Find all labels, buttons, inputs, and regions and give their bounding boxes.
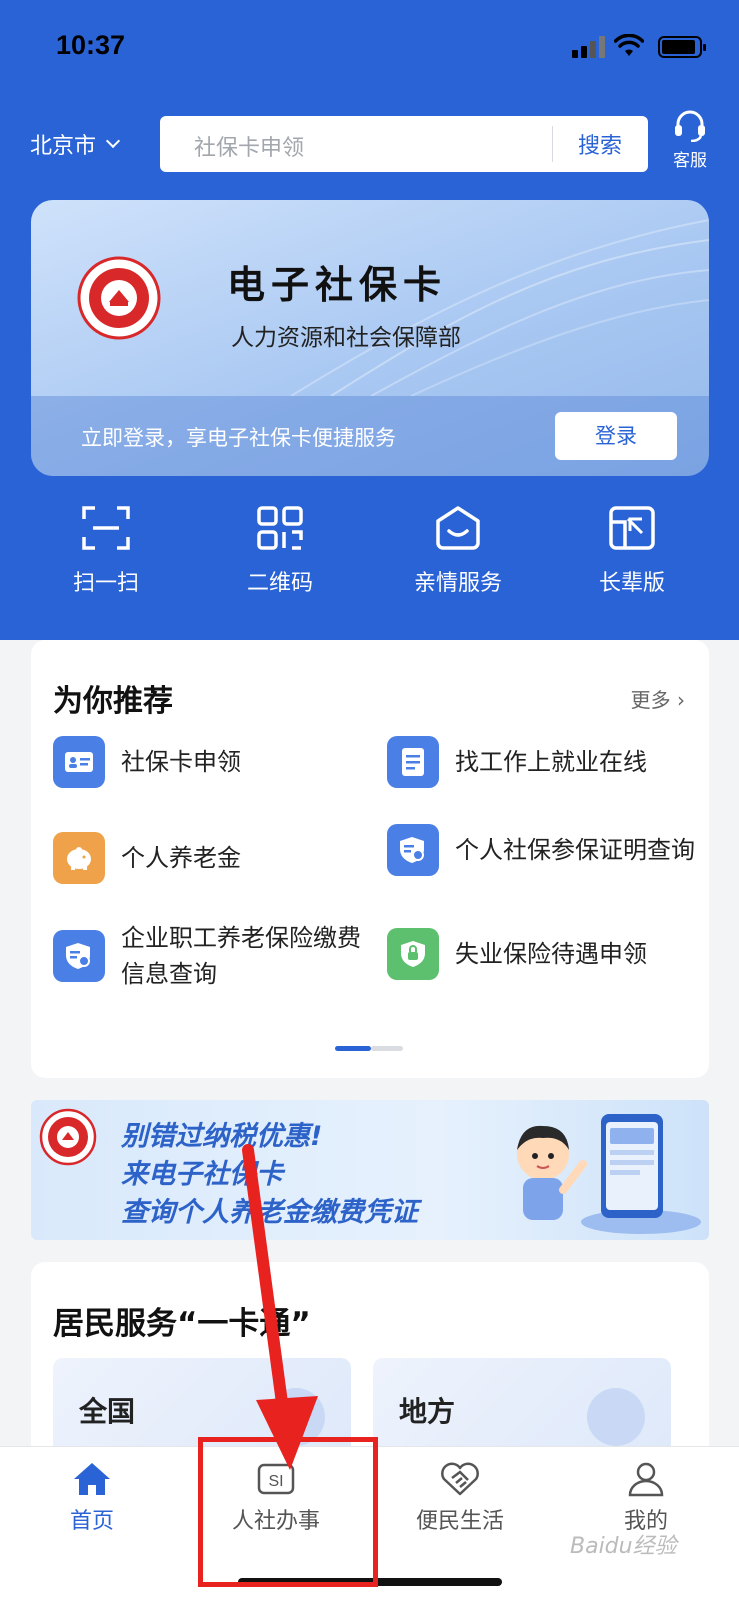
tile-label: 全国 bbox=[79, 1395, 136, 1428]
quick-action-family-service[interactable]: 亲情服务 bbox=[378, 505, 538, 597]
tab-label: 首页 bbox=[69, 1509, 114, 1534]
resident-service-title: 居民服务“一卡通” bbox=[53, 1306, 311, 1342]
card-login-strip: 立即登录，享电子社保卡便捷服务 登录 bbox=[31, 396, 709, 476]
card-title: 电子社保卡 bbox=[227, 262, 448, 307]
more-link[interactable]: 更多 › bbox=[631, 684, 685, 713]
service-label: 个人养老金 bbox=[121, 844, 241, 872]
id-card-icon bbox=[53, 736, 105, 788]
customer-service-button[interactable]: 客服 bbox=[668, 110, 712, 171]
service-label: 企业职工养老保险缴费信息查询 bbox=[121, 924, 361, 988]
service-item[interactable]: 找工作上就业在线 bbox=[387, 736, 647, 788]
recommend-title: 为你推荐 bbox=[53, 684, 173, 719]
qrcode-icon bbox=[257, 506, 303, 550]
login-prompt: 立即登录，享电子社保卡便捷服务 bbox=[81, 426, 396, 450]
carousel-indicator bbox=[335, 1046, 405, 1051]
elder-mode-icon bbox=[609, 506, 655, 550]
service-item[interactable]: 企业职工养老保险缴费信息查询 bbox=[53, 920, 363, 992]
banner-line-1: 别错过纳税优惠! bbox=[121, 1121, 323, 1152]
tile-decoration bbox=[587, 1388, 645, 1446]
tab-label: 便民生活 bbox=[415, 1509, 504, 1534]
headset-icon bbox=[675, 110, 705, 142]
quick-action-label: 二维码 bbox=[246, 571, 313, 596]
quick-action-label: 亲情服务 bbox=[413, 571, 502, 596]
promo-banner[interactable]: 别错过纳税优惠! 来电子社保卡 查询个人养老金缴费凭证 bbox=[31, 1100, 709, 1240]
search-button[interactable]: 搜索 bbox=[578, 128, 622, 160]
battery-icon bbox=[658, 36, 706, 58]
social-security-logo bbox=[77, 256, 161, 340]
watermark: Baidu经验 bbox=[570, 1534, 677, 1559]
home-icon bbox=[74, 1463, 110, 1495]
shield-lock-icon bbox=[387, 928, 439, 980]
service-label: 失业保险待遇申领 bbox=[455, 940, 647, 968]
quick-actions: 扫一扫 二维码 亲情服务 长辈版 bbox=[0, 505, 739, 615]
mascot-illustration bbox=[517, 1114, 701, 1234]
banner-line-2: 来电子社保卡 bbox=[121, 1159, 283, 1190]
document-icon bbox=[387, 736, 439, 788]
tab-convenience[interactable]: 便民生活 bbox=[380, 1461, 540, 1535]
tab-profile[interactable]: 我的 bbox=[566, 1461, 726, 1535]
status-bar: 10:37 bbox=[0, 0, 739, 94]
signal-icon bbox=[572, 36, 606, 58]
quick-action-qrcode[interactable]: 二维码 bbox=[200, 505, 360, 597]
handshake-icon bbox=[441, 1462, 479, 1496]
user-icon bbox=[628, 1462, 664, 1497]
login-button[interactable]: 登录 bbox=[555, 412, 677, 460]
service-label: 个人社保参保证明查询 bbox=[455, 836, 695, 864]
tab-home[interactable]: 首页 bbox=[12, 1461, 172, 1535]
search-divider bbox=[552, 126, 553, 162]
annotation-highlight-box bbox=[198, 1437, 378, 1587]
shield-search-icon bbox=[387, 824, 439, 876]
e-social-security-card[interactable]: 电子社保卡 人力资源和社会保障部 立即登录，享电子社保卡便捷服务 登录 bbox=[31, 200, 709, 476]
scan-icon bbox=[82, 506, 130, 550]
quick-action-label: 扫一扫 bbox=[72, 571, 139, 596]
quick-action-label: 长辈版 bbox=[598, 571, 665, 596]
status-time: 10:37 bbox=[56, 30, 126, 60]
search-input[interactable]: 社保卡申领 bbox=[194, 130, 304, 162]
recommend-section: 为你推荐 更多 › 社保卡申领 找工作上就业在线 个人养老金 个人社保参保证明查… bbox=[31, 640, 709, 1078]
customer-service-label: 客服 bbox=[673, 151, 707, 171]
city-label: 北京市 bbox=[30, 134, 97, 159]
wifi-icon bbox=[614, 34, 644, 56]
service-item[interactable]: 个人社保参保证明查询 bbox=[387, 824, 697, 876]
card-subtitle: 人力资源和社会保障部 bbox=[231, 325, 461, 351]
resident-service-section: 居民服务“一卡通” 全国 地方 bbox=[31, 1262, 709, 1462]
search-bar[interactable]: 社保卡申领 搜索 bbox=[160, 116, 648, 172]
social-security-logo bbox=[39, 1108, 97, 1166]
service-label: 社保卡申领 bbox=[121, 748, 241, 776]
chevron-down-icon bbox=[105, 133, 121, 149]
service-label: 找工作上就业在线 bbox=[455, 748, 647, 776]
tile-label: 地方 bbox=[399, 1395, 456, 1428]
quick-action-scan[interactable]: 扫一扫 bbox=[26, 505, 186, 597]
family-service-icon bbox=[436, 506, 480, 550]
piggy-bank-icon bbox=[53, 832, 105, 884]
shield-search-icon bbox=[53, 930, 105, 982]
banner-line-3: 查询个人养老金缴费凭证 bbox=[121, 1197, 418, 1228]
quick-action-elder-mode[interactable]: 长辈版 bbox=[552, 505, 712, 597]
city-selector[interactable]: 北京市 bbox=[30, 128, 121, 160]
service-item[interactable]: 社保卡申领 bbox=[53, 736, 241, 788]
service-item[interactable]: 失业保险待遇申领 bbox=[387, 928, 647, 980]
service-item[interactable]: 个人养老金 bbox=[53, 832, 241, 884]
